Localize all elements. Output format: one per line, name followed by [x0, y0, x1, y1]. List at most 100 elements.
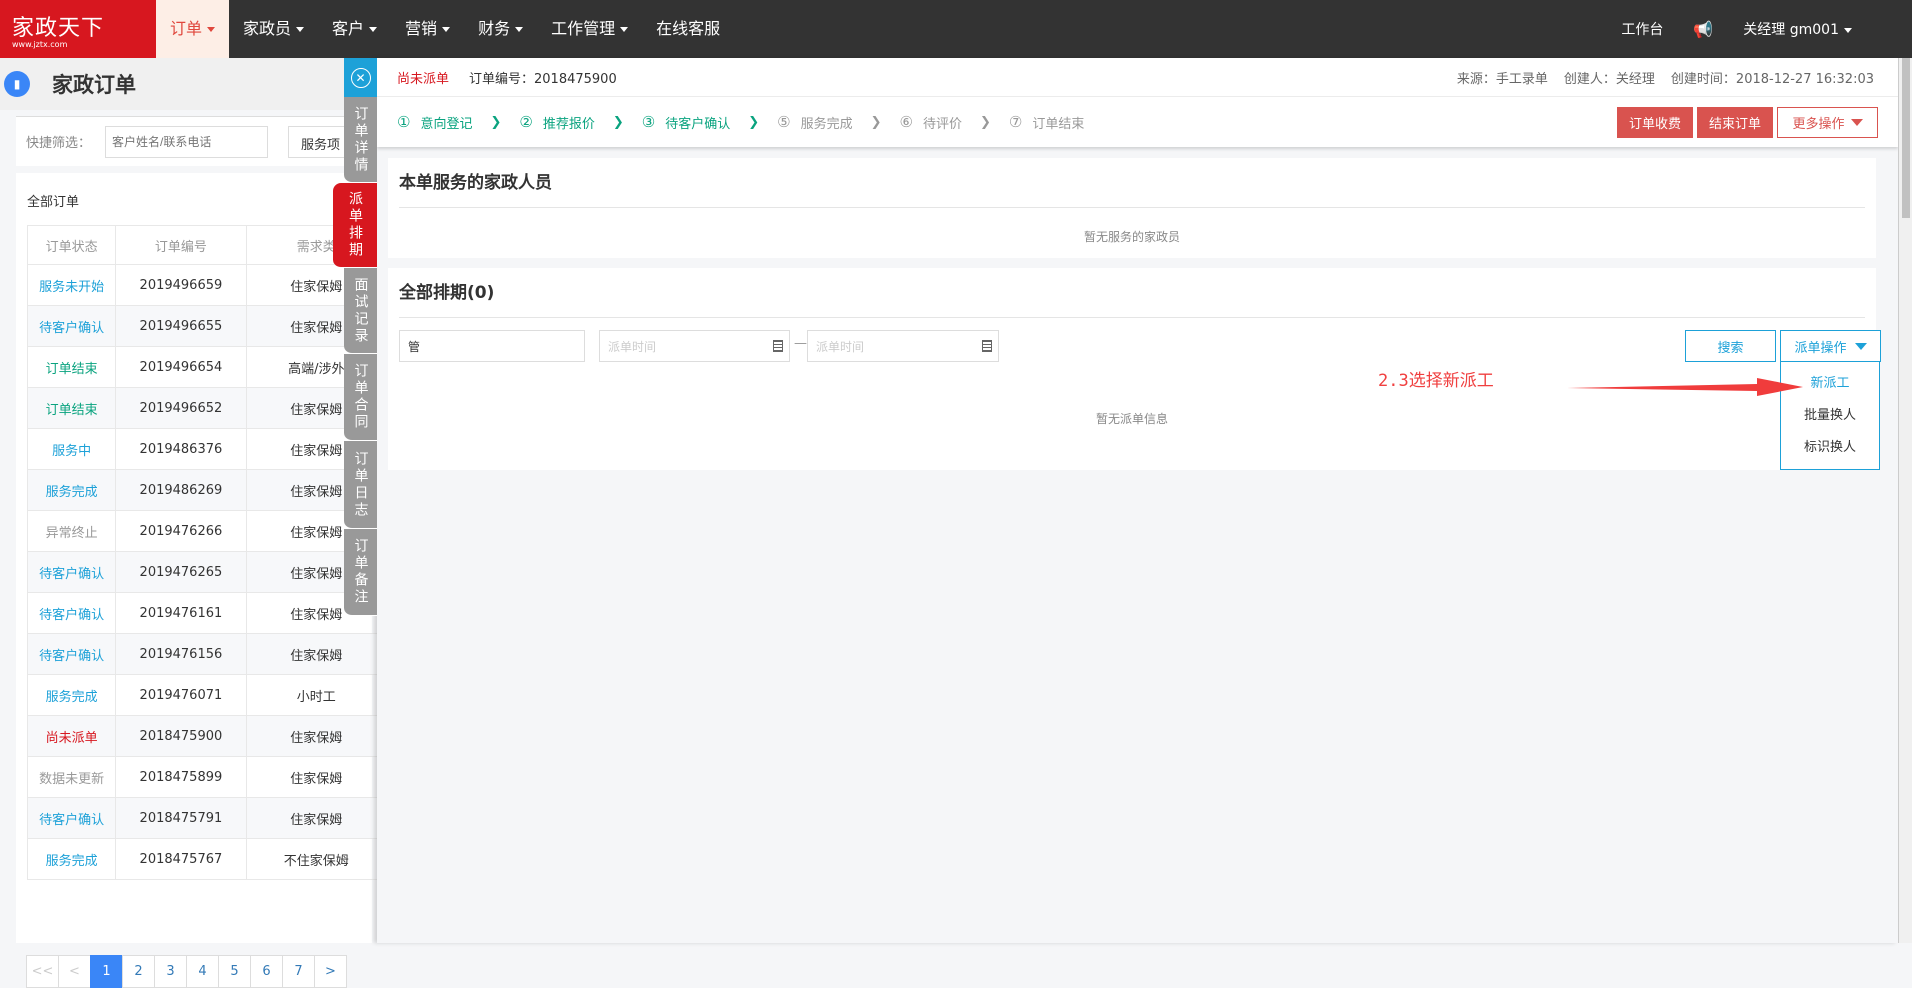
nav-item[interactable]: 营销: [391, 0, 464, 58]
tab-4[interactable]: 订单合同: [344, 354, 377, 441]
order-status[interactable]: 待客户确认: [26, 305, 117, 347]
table-row[interactable]: 待客户确认 2018475791 住家保姆: [26, 797, 388, 839]
order-status[interactable]: 服务完成: [26, 674, 117, 716]
order-number: 2018475791: [115, 797, 247, 839]
chevron-right-icon: ❯: [490, 114, 502, 130]
page-button[interactable]: 5: [218, 955, 251, 988]
logo[interactable]: 家政天下 www.jztx.com: [0, 0, 156, 58]
table-row[interactable]: 订单结束 2019496654 高端/涉外: [26, 346, 388, 388]
column-header: 订单状态: [26, 225, 117, 265]
dispatch-ops-button[interactable]: 派单操作: [1780, 330, 1881, 362]
page-button[interactable]: 2: [122, 955, 155, 988]
order-status[interactable]: 服务完成: [26, 838, 117, 880]
progress-step: ① 意向登记 ❯: [397, 113, 519, 132]
order-status[interactable]: 待客户确认: [26, 592, 117, 634]
order-status[interactable]: 服务未开始: [26, 264, 117, 306]
customer-search-input[interactable]: [105, 125, 269, 158]
chevron-down-icon: [515, 27, 524, 32]
order-status[interactable]: 数据未更新: [26, 756, 117, 798]
page-button[interactable]: 6: [250, 955, 283, 988]
user-menu[interactable]: 关经理 gm001: [1743, 19, 1852, 39]
page-button[interactable]: >: [314, 955, 347, 988]
menu-item-mark-replace[interactable]: 标识换人: [1781, 432, 1879, 464]
schedule-card-title: 全部排期(0): [399, 268, 1865, 318]
end-order-button[interactable]: 结束订单: [1696, 107, 1773, 138]
table-row[interactable]: 服务完成 2019476071 小时工: [26, 674, 388, 716]
page-button[interactable]: <<: [26, 955, 59, 988]
order-detail-panel: 尚未派单 订单编号：2018475900 来源：手工录单 创建人：关经理 创建时…: [377, 58, 1898, 943]
order-status[interactable]: 待客户确认: [26, 797, 117, 839]
orders-table: 订单状态 订单编号 需求类 服务未开始 2019496659 住家保姆 待客户确认 2019…: [26, 225, 388, 880]
schedule-card: 全部排期(0) 管 派单时间 — 派单时间 搜索 派单操作 新派工 批量换人 标…: [388, 268, 1881, 470]
table-row[interactable]: 待客户确认 2019476156 住家保姆: [26, 633, 388, 675]
table-row[interactable]: 服务未开始 2019496659 住家保姆: [26, 264, 388, 306]
nav-item[interactable]: 家政员: [229, 0, 318, 58]
page-button[interactable]: 7: [282, 955, 315, 988]
nav-item[interactable]: 客户: [318, 0, 391, 58]
table-row[interactable]: 服务完成 2019486269 住家保姆: [26, 469, 388, 511]
page-button[interactable]: 4: [186, 955, 219, 988]
nav-item-label: 订单: [170, 19, 203, 38]
schedule-empty-text: 暂无派单信息: [1095, 412, 1168, 426]
workbench-link[interactable]: 工作台: [1621, 19, 1663, 39]
table-row[interactable]: 服务中 2019486376 住家保姆: [26, 428, 388, 470]
chevron-right-icon: ❯: [870, 114, 882, 130]
order-number: 2018475899: [115, 756, 247, 798]
dispatch-date-start[interactable]: 派单时间: [599, 330, 790, 362]
table-row[interactable]: 服务完成 2018475767 不住家保姆: [26, 838, 388, 880]
page-button[interactable]: <: [58, 955, 91, 988]
close-icon: ✕: [350, 67, 371, 88]
chevron-down-icon: [296, 27, 305, 32]
step-label: 服务完成: [800, 116, 853, 132]
order-status[interactable]: 待客户确认: [26, 551, 117, 593]
order-status: 尚未派单: [397, 71, 450, 87]
tab-2[interactable]: 派单排期: [333, 183, 377, 268]
order-status[interactable]: 服务中: [26, 428, 117, 470]
order-charge-button[interactable]: 订单收费: [1616, 107, 1693, 138]
scrollbar-thumb[interactable]: [1902, 58, 1910, 218]
tab-5[interactable]: 订单日志: [344, 441, 377, 529]
table-row[interactable]: 待客户确认 2019476161 住家保姆: [26, 592, 388, 634]
table-row[interactable]: 异常终止 2019476266 住家保姆: [26, 510, 388, 552]
nav-item[interactable]: 订单: [156, 0, 230, 58]
order-status[interactable]: 待客户确认: [26, 633, 117, 675]
table-row[interactable]: 订单结束 2019496652 住家保姆: [26, 387, 388, 429]
order-status[interactable]: 尚未派单: [26, 715, 117, 757]
nav-item[interactable]: 在线客服: [642, 0, 734, 58]
tab-6[interactable]: 订单备注: [344, 529, 377, 616]
nav-item[interactable]: 工作管理: [537, 0, 642, 58]
table-row[interactable]: 数据未更新 2018475899 住家保姆: [26, 756, 388, 798]
chevron-right-icon: ❯: [748, 114, 760, 130]
pagination: << <1 2 3 4 5 6 7 >: [26, 955, 347, 988]
close-button[interactable]: ✕: [344, 58, 377, 97]
table-row[interactable]: 待客户确认 2019476265 住家保姆: [26, 551, 388, 593]
table-row[interactable]: 待客户确认 2019496655 住家保姆: [26, 305, 388, 347]
search-button[interactable]: 搜索: [1685, 330, 1776, 362]
order-status[interactable]: 异常终止: [26, 510, 117, 552]
step-label: 待评价: [922, 116, 962, 132]
page-button[interactable]: 3: [154, 955, 187, 988]
order-number: 2019496652: [115, 387, 247, 429]
tab-3[interactable]: 面试记录: [344, 268, 377, 354]
logo-url: www.jztx.com: [12, 39, 68, 49]
nav-item[interactable]: 财务: [464, 0, 537, 58]
order-number: 2018475767: [115, 838, 247, 880]
table-row[interactable]: 尚未派单 2018475900 住家保姆: [26, 715, 388, 757]
scrollbar[interactable]: [1898, 58, 1912, 943]
order-status[interactable]: 订单结束: [26, 346, 117, 388]
keyword-input[interactable]: 管: [399, 330, 585, 362]
order-status[interactable]: 服务完成: [26, 469, 117, 511]
step-label: 推荐报价: [542, 116, 595, 132]
caret-down-icon: [1850, 119, 1863, 126]
nav-item-label: 工作管理: [551, 19, 616, 38]
order-list-panel: ▮ 家政订单 快捷筛选： 服务项 全部订单 订单状态订单编号需求类 服务未开始2…: [0, 58, 388, 988]
chevron-right-icon: ❯: [979, 114, 991, 130]
step-number: ②: [519, 113, 533, 131]
order-status[interactable]: 订单结束: [26, 387, 117, 429]
megaphone-icon[interactable]: 📢: [1693, 20, 1713, 39]
more-actions-button[interactable]: 更多操作: [1777, 107, 1878, 138]
dispatch-date-end[interactable]: 派单时间: [807, 330, 999, 362]
chevron-down-icon: [442, 27, 451, 32]
tab-1[interactable]: 订单详情: [344, 97, 377, 183]
page-button[interactable]: 1: [90, 955, 123, 988]
